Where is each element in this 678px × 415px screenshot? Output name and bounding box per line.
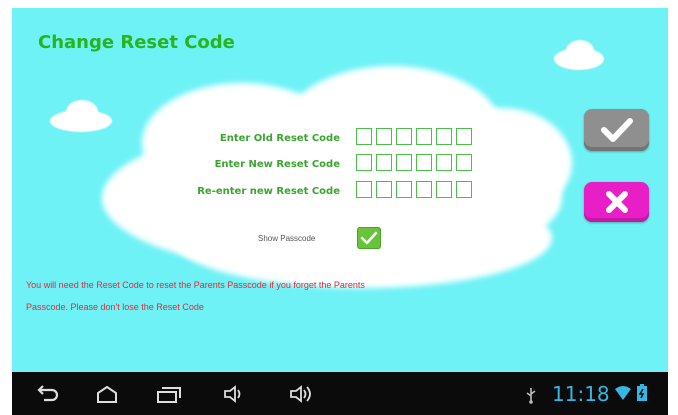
message-line-2: Passcode. Please don't lose the Reset Co… (26, 302, 204, 312)
volume-down-icon[interactable] (222, 384, 246, 404)
code-digit-box[interactable] (416, 154, 432, 171)
volume-up-icon[interactable] (288, 384, 316, 404)
message-line-1: You will need the Reset Code to reset th… (26, 280, 365, 290)
close-icon (605, 191, 628, 213)
new-code-label: Enter New Reset Code (214, 159, 340, 170)
old-code-label: Enter Old Reset Code (219, 133, 340, 144)
code-digit-box[interactable] (376, 154, 392, 171)
code-digit-box[interactable] (456, 128, 472, 145)
status-clock: 11:18 (552, 382, 610, 406)
code-digit-box[interactable] (436, 181, 452, 198)
code-digit-box[interactable] (356, 128, 372, 145)
page-title: Change Reset Code (38, 32, 235, 53)
code-digit-box[interactable] (456, 154, 472, 171)
tablet-screen: Change Reset Code Enter Old Reset Code E… (0, 0, 678, 415)
code-digit-box[interactable] (356, 181, 372, 198)
back-icon[interactable] (34, 384, 60, 404)
confirm-button[interactable] (584, 109, 649, 151)
cancel-button[interactable] (584, 182, 649, 222)
code-digit-box[interactable] (436, 128, 452, 145)
show-passcode-checkbox[interactable] (357, 227, 381, 249)
usb-icon (526, 388, 536, 404)
code-digit-box[interactable] (436, 154, 452, 171)
code-digit-box[interactable] (396, 154, 412, 171)
code-digit-box[interactable] (356, 154, 372, 171)
home-icon[interactable] (94, 384, 120, 404)
code-digit-box[interactable] (396, 128, 412, 145)
check-icon (600, 118, 633, 142)
wifi-icon (615, 386, 631, 400)
show-passcode-label: Show Passcode (258, 234, 316, 243)
battery-icon (637, 384, 647, 401)
system-nav-bar: 11:18 (12, 372, 668, 415)
change-reset-code-screen: Change Reset Code Enter Old Reset Code E… (12, 8, 668, 372)
code-digit-box[interactable] (416, 181, 432, 198)
code-digit-box[interactable] (416, 128, 432, 145)
reenter-code-label: Re-enter new Reset Code (197, 186, 340, 197)
recent-apps-icon[interactable] (154, 384, 182, 404)
code-digit-box[interactable] (376, 128, 392, 145)
code-digit-box[interactable] (456, 181, 472, 198)
code-digit-box[interactable] (396, 181, 412, 198)
code-digit-box[interactable] (376, 181, 392, 198)
reset-code-message: You will need the Reset Code to reset th… (26, 274, 566, 318)
checkmark-icon (360, 231, 378, 245)
